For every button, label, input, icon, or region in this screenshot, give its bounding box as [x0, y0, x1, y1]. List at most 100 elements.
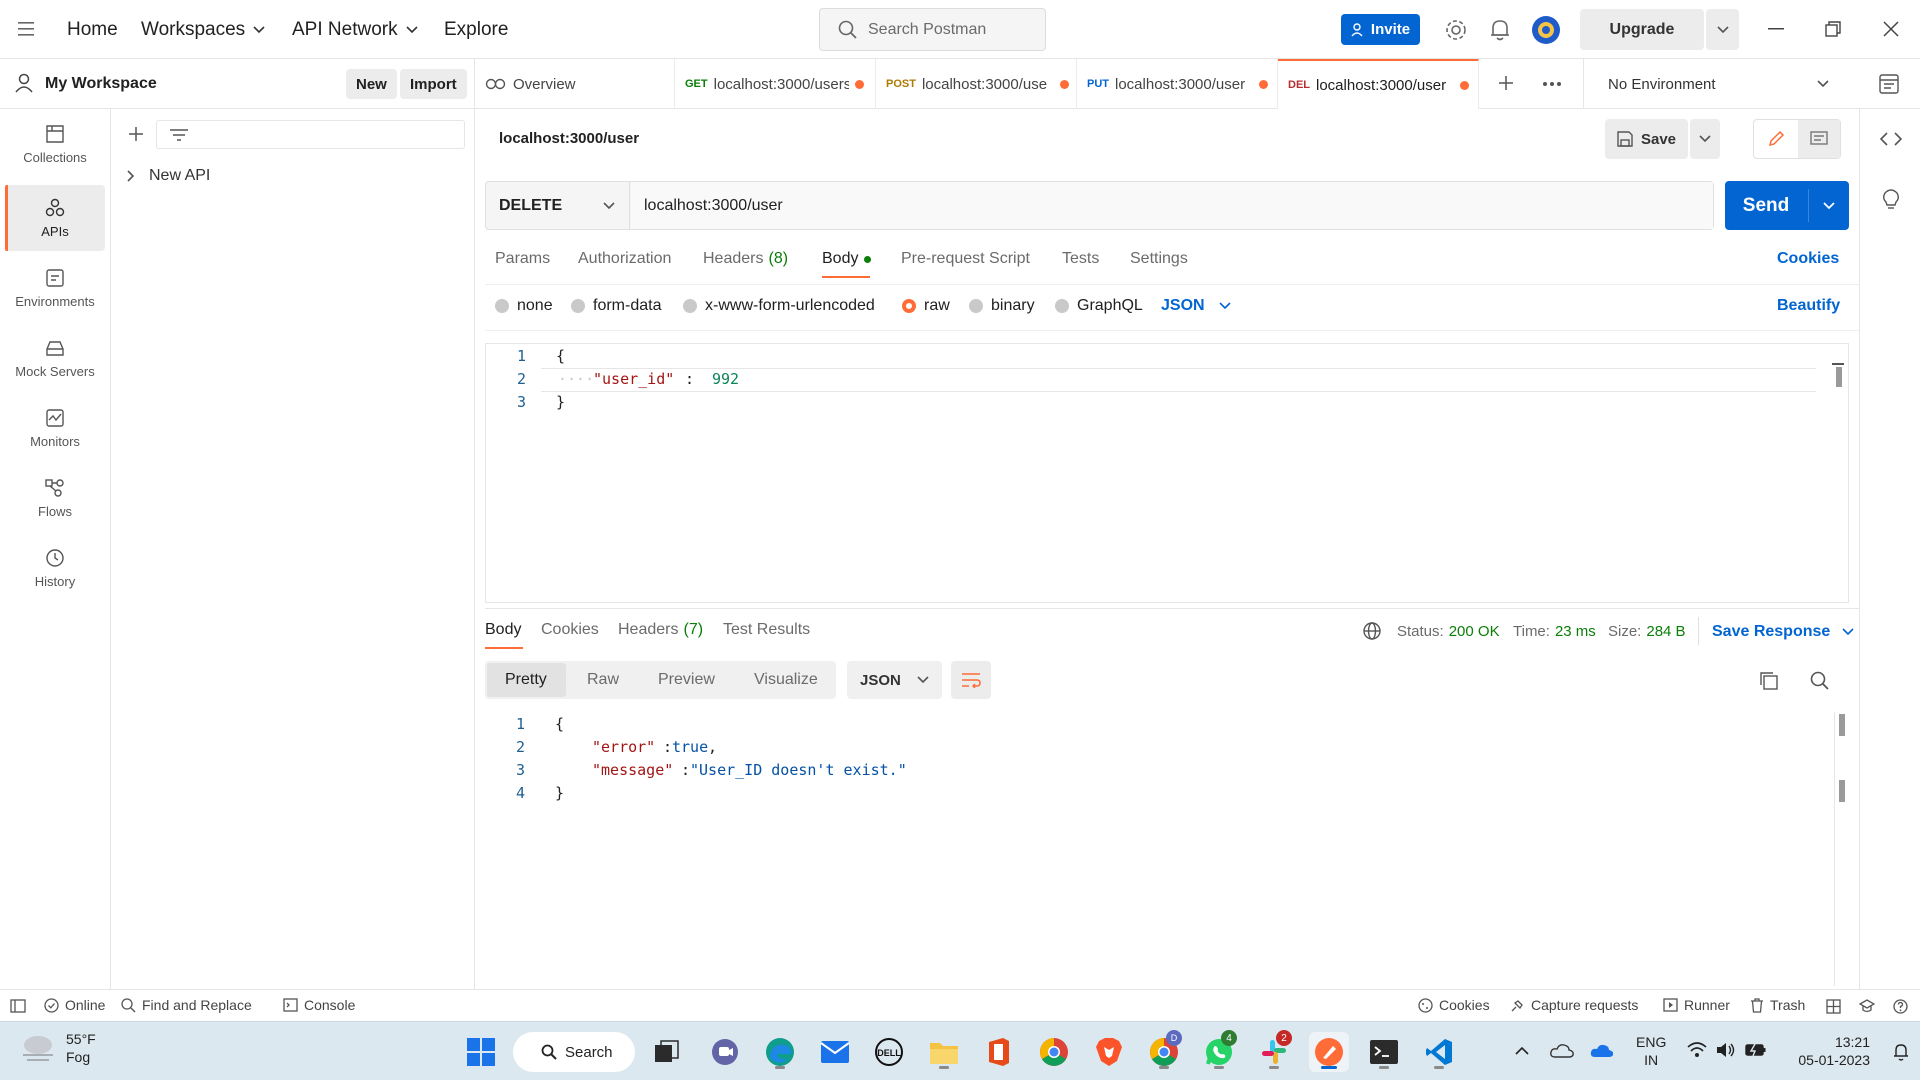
- wrap-lines-icon[interactable]: [951, 661, 991, 699]
- online-status[interactable]: Online: [44, 997, 105, 1013]
- new-button[interactable]: New: [346, 69, 397, 99]
- file-explorer-icon[interactable]: [924, 1032, 964, 1072]
- view-pretty[interactable]: Pretty: [505, 671, 547, 689]
- copy-icon[interactable]: [1759, 671, 1779, 691]
- radio-none[interactable]: none: [495, 297, 553, 315]
- trash[interactable]: Trash: [1750, 997, 1805, 1013]
- runner[interactable]: Runner: [1663, 997, 1730, 1013]
- response-tab-headers[interactable]: Headers (7): [618, 621, 703, 639]
- toggle-sidebar-icon[interactable]: [10, 999, 26, 1013]
- response-status[interactable]: Status: 200 OK: [1397, 623, 1500, 640]
- find-and-replace[interactable]: Find and Replace: [121, 997, 252, 1013]
- send-dropdown-button[interactable]: [1809, 181, 1849, 230]
- sidebar-item-history[interactable]: History: [5, 535, 105, 601]
- nav-workspaces[interactable]: Workspaces: [141, 0, 265, 59]
- sidebar-item-flows[interactable]: Flows: [5, 465, 105, 531]
- terminal-icon[interactable]: [1364, 1032, 1404, 1072]
- save-dropdown-button[interactable]: [1690, 119, 1720, 159]
- notifications-bell-icon[interactable]: [1489, 18, 1511, 42]
- sidebar-item-mock-servers[interactable]: Mock Servers: [5, 325, 105, 391]
- show-hidden-icons-chevron-icon[interactable]: [1515, 1046, 1529, 1055]
- radio-x-www-form-urlencoded[interactable]: x-www-form-urlencoded: [683, 297, 875, 315]
- radio-binary[interactable]: binary: [969, 297, 1035, 315]
- editor-scrollbar[interactable]: [1836, 367, 1842, 387]
- cookies-link[interactable]: Cookies: [1777, 250, 1839, 268]
- response-time[interactable]: Time: 23 ms: [1513, 623, 1596, 640]
- comments-icon[interactable]: [1798, 120, 1840, 158]
- radio-graphql[interactable]: GraphQL: [1055, 297, 1143, 315]
- code-snippet-icon[interactable]: [1880, 131, 1902, 147]
- layout-icon[interactable]: [1826, 999, 1841, 1014]
- more-tabs-icon[interactable]: [1542, 81, 1562, 87]
- tab-headers[interactable]: Headers (8): [703, 250, 788, 268]
- request-body-editor[interactable]: 1 2 3 { ···· "user_id" : 992 }: [485, 343, 1849, 603]
- capture-requests[interactable]: Capture requests: [1510, 997, 1638, 1013]
- invite-button[interactable]: Invite: [1341, 14, 1420, 45]
- import-button[interactable]: Import: [400, 69, 467, 99]
- avatar[interactable]: [1531, 15, 1561, 45]
- response-tab-cookies[interactable]: Cookies: [541, 621, 599, 639]
- language-indicator[interactable]: ENG IN: [1636, 1033, 1666, 1069]
- chrome-icon[interactable]: [1034, 1032, 1074, 1072]
- whatsapp-icon[interactable]: 4: [1199, 1030, 1239, 1072]
- brave-browser-icon[interactable]: [1089, 1032, 1129, 1072]
- teams-chat-icon[interactable]: [705, 1032, 745, 1072]
- tab-authorization[interactable]: Authorization: [578, 250, 671, 268]
- sidebar-item-collections[interactable]: Collections: [5, 111, 105, 177]
- console[interactable]: Console: [283, 997, 355, 1013]
- body-format-select[interactable]: JSON: [1161, 297, 1231, 315]
- task-view-icon[interactable]: [647, 1032, 687, 1072]
- system-clock[interactable]: 13:21 05-01-2023: [1790, 1033, 1870, 1069]
- tab-body[interactable]: Body: [822, 250, 872, 268]
- tab-params[interactable]: Params: [495, 250, 550, 268]
- filter-input[interactable]: [156, 120, 465, 149]
- workspace-name[interactable]: My Workspace: [45, 75, 157, 93]
- save-response-button[interactable]: Save Response: [1712, 623, 1854, 641]
- weather-widget[interactable]: 55°F Fog: [20, 1030, 96, 1066]
- windows-start-icon[interactable]: [461, 1032, 501, 1072]
- radio-form-data[interactable]: form-data: [571, 297, 661, 315]
- nav-explore[interactable]: Explore: [444, 0, 508, 59]
- environment-select[interactable]: No Environment: [1583, 59, 1853, 109]
- request-title[interactable]: localhost:3000/user: [499, 130, 639, 147]
- send-label[interactable]: Send: [1725, 181, 1807, 230]
- edit-pencil-icon[interactable]: [1754, 120, 1798, 158]
- nav-api-network[interactable]: API Network: [292, 0, 418, 59]
- taskbar-search[interactable]: Search: [513, 1032, 635, 1072]
- response-format-select[interactable]: JSON: [847, 661, 942, 699]
- battery-charging-icon[interactable]: [1745, 1043, 1767, 1057]
- beautify-link[interactable]: Beautify: [1777, 297, 1840, 315]
- tab-overview[interactable]: Overview: [475, 59, 675, 109]
- bootcamp-icon[interactable]: [1859, 999, 1875, 1014]
- url-input[interactable]: localhost:3000/user: [631, 182, 1713, 229]
- slack-icon[interactable]: 2: [1254, 1030, 1294, 1072]
- tab-pre-request-script[interactable]: Pre-request Script: [901, 250, 1030, 268]
- response-size[interactable]: Size: 284 B: [1608, 623, 1686, 640]
- sidebar-item-monitors[interactable]: Monitors: [5, 395, 105, 461]
- upgrade-dropdown-button[interactable]: [1706, 9, 1739, 50]
- tab-del-user[interactable]: DEL localhost:3000/user: [1278, 59, 1479, 109]
- cookies-status[interactable]: Cookies: [1418, 997, 1490, 1013]
- vscode-icon[interactable]: [1419, 1032, 1459, 1072]
- settings-gear-icon[interactable]: [1444, 18, 1468, 42]
- notification-bell-icon[interactable]: [1893, 1043, 1909, 1061]
- response-tab-body[interactable]: Body: [485, 621, 521, 639]
- minimize-icon[interactable]: [1761, 14, 1791, 44]
- onedrive-blue-icon[interactable]: [1590, 1042, 1614, 1058]
- lightbulb-icon[interactable]: [1882, 189, 1900, 211]
- method-select[interactable]: DELETE: [486, 182, 630, 229]
- upgrade-button[interactable]: Upgrade: [1580, 9, 1704, 50]
- new-tab-plus-icon[interactable]: [1497, 74, 1515, 92]
- wifi-icon[interactable]: [1687, 1042, 1707, 1058]
- scrollbar-track[interactable]: [1834, 712, 1835, 986]
- chrome-profile-icon[interactable]: D: [1144, 1030, 1184, 1072]
- view-preview[interactable]: Preview: [658, 671, 715, 689]
- restore-icon[interactable]: [1818, 14, 1848, 44]
- office-icon[interactable]: [979, 1032, 1019, 1072]
- save-button[interactable]: Save: [1605, 119, 1688, 159]
- add-icon[interactable]: [127, 125, 145, 143]
- mail-icon[interactable]: [815, 1032, 855, 1072]
- sidebar-item-environments[interactable]: Environments: [5, 255, 105, 321]
- hamburger-menu-icon[interactable]: [18, 20, 40, 38]
- dell-icon[interactable]: DELL: [869, 1032, 909, 1072]
